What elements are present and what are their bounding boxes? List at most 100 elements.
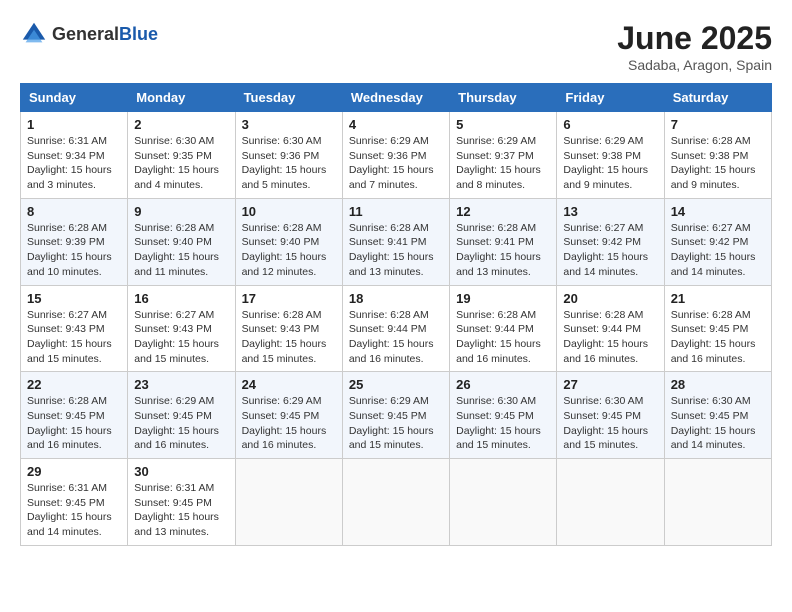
day-number: 13 [563, 204, 657, 219]
day-number: 29 [27, 464, 121, 479]
day-info: Sunrise: 6:29 AM Sunset: 9:36 PM Dayligh… [349, 134, 443, 193]
day-number: 1 [27, 117, 121, 132]
day-info: Sunrise: 6:31 AM Sunset: 9:45 PM Dayligh… [27, 481, 121, 540]
day-info: Sunrise: 6:29 AM Sunset: 9:45 PM Dayligh… [242, 394, 336, 453]
calendar-day-cell: 16 Sunrise: 6:27 AM Sunset: 9:43 PM Dayl… [128, 285, 235, 372]
day-info: Sunrise: 6:29 AM Sunset: 9:45 PM Dayligh… [349, 394, 443, 453]
day-number: 7 [671, 117, 765, 132]
calendar-day-cell: 9 Sunrise: 6:28 AM Sunset: 9:40 PM Dayli… [128, 198, 235, 285]
day-info: Sunrise: 6:30 AM Sunset: 9:45 PM Dayligh… [456, 394, 550, 453]
day-info: Sunrise: 6:28 AM Sunset: 9:45 PM Dayligh… [27, 394, 121, 453]
day-number: 4 [349, 117, 443, 132]
calendar-day-cell: 23 Sunrise: 6:29 AM Sunset: 9:45 PM Dayl… [128, 372, 235, 459]
calendar-day-cell: 24 Sunrise: 6:29 AM Sunset: 9:45 PM Dayl… [235, 372, 342, 459]
calendar-day-cell: 10 Sunrise: 6:28 AM Sunset: 9:40 PM Dayl… [235, 198, 342, 285]
calendar-day-cell: 11 Sunrise: 6:28 AM Sunset: 9:41 PM Dayl… [342, 198, 449, 285]
calendar-week-row: 1 Sunrise: 6:31 AM Sunset: 9:34 PM Dayli… [21, 112, 772, 199]
calendar-day-cell: 30 Sunrise: 6:31 AM Sunset: 9:45 PM Dayl… [128, 459, 235, 546]
calendar-day-cell: 12 Sunrise: 6:28 AM Sunset: 9:41 PM Dayl… [450, 198, 557, 285]
col-thursday: Thursday [450, 84, 557, 112]
day-number: 28 [671, 377, 765, 392]
day-info: Sunrise: 6:28 AM Sunset: 9:39 PM Dayligh… [27, 221, 121, 280]
day-number: 12 [456, 204, 550, 219]
calendar-empty-cell [342, 459, 449, 546]
day-info: Sunrise: 6:30 AM Sunset: 9:35 PM Dayligh… [134, 134, 228, 193]
calendar-day-cell: 29 Sunrise: 6:31 AM Sunset: 9:45 PM Dayl… [21, 459, 128, 546]
calendar-week-row: 15 Sunrise: 6:27 AM Sunset: 9:43 PM Dayl… [21, 285, 772, 372]
day-number: 10 [242, 204, 336, 219]
col-saturday: Saturday [664, 84, 771, 112]
day-number: 18 [349, 291, 443, 306]
day-number: 24 [242, 377, 336, 392]
col-tuesday: Tuesday [235, 84, 342, 112]
day-info: Sunrise: 6:28 AM Sunset: 9:45 PM Dayligh… [671, 308, 765, 367]
calendar-day-cell: 27 Sunrise: 6:30 AM Sunset: 9:45 PM Dayl… [557, 372, 664, 459]
calendar-day-cell: 13 Sunrise: 6:27 AM Sunset: 9:42 PM Dayl… [557, 198, 664, 285]
day-number: 2 [134, 117, 228, 132]
day-number: 21 [671, 291, 765, 306]
day-info: Sunrise: 6:28 AM Sunset: 9:41 PM Dayligh… [349, 221, 443, 280]
day-info: Sunrise: 6:31 AM Sunset: 9:34 PM Dayligh… [27, 134, 121, 193]
day-number: 14 [671, 204, 765, 219]
calendar-empty-cell [235, 459, 342, 546]
calendar-empty-cell [557, 459, 664, 546]
calendar-day-cell: 2 Sunrise: 6:30 AM Sunset: 9:35 PM Dayli… [128, 112, 235, 199]
day-info: Sunrise: 6:27 AM Sunset: 9:43 PM Dayligh… [134, 308, 228, 367]
day-info: Sunrise: 6:30 AM Sunset: 9:45 PM Dayligh… [563, 394, 657, 453]
calendar-day-cell: 5 Sunrise: 6:29 AM Sunset: 9:37 PM Dayli… [450, 112, 557, 199]
day-number: 22 [27, 377, 121, 392]
day-info: Sunrise: 6:28 AM Sunset: 9:44 PM Dayligh… [349, 308, 443, 367]
calendar-day-cell: 1 Sunrise: 6:31 AM Sunset: 9:34 PM Dayli… [21, 112, 128, 199]
day-number: 3 [242, 117, 336, 132]
day-info: Sunrise: 6:28 AM Sunset: 9:40 PM Dayligh… [134, 221, 228, 280]
calendar-header-row: Sunday Monday Tuesday Wednesday Thursday… [21, 84, 772, 112]
calendar-day-cell: 3 Sunrise: 6:30 AM Sunset: 9:36 PM Dayli… [235, 112, 342, 199]
calendar-empty-cell [664, 459, 771, 546]
day-info: Sunrise: 6:28 AM Sunset: 9:41 PM Dayligh… [456, 221, 550, 280]
day-number: 19 [456, 291, 550, 306]
calendar-day-cell: 4 Sunrise: 6:29 AM Sunset: 9:36 PM Dayli… [342, 112, 449, 199]
calendar-day-cell: 18 Sunrise: 6:28 AM Sunset: 9:44 PM Dayl… [342, 285, 449, 372]
calendar-day-cell: 25 Sunrise: 6:29 AM Sunset: 9:45 PM Dayl… [342, 372, 449, 459]
calendar-day-cell: 14 Sunrise: 6:27 AM Sunset: 9:42 PM Dayl… [664, 198, 771, 285]
calendar-table: Sunday Monday Tuesday Wednesday Thursday… [20, 83, 772, 546]
col-friday: Friday [557, 84, 664, 112]
col-sunday: Sunday [21, 84, 128, 112]
logo-blue-text: Blue [119, 24, 158, 44]
day-number: 8 [27, 204, 121, 219]
day-info: Sunrise: 6:30 AM Sunset: 9:36 PM Dayligh… [242, 134, 336, 193]
calendar-day-cell: 21 Sunrise: 6:28 AM Sunset: 9:45 PM Dayl… [664, 285, 771, 372]
logo-general-text: General [52, 24, 119, 44]
day-number: 17 [242, 291, 336, 306]
day-info: Sunrise: 6:30 AM Sunset: 9:45 PM Dayligh… [671, 394, 765, 453]
calendar-day-cell: 15 Sunrise: 6:27 AM Sunset: 9:43 PM Dayl… [21, 285, 128, 372]
page-header: GeneralBlue June 2025 Sadaba, Aragon, Sp… [20, 20, 772, 73]
day-number: 16 [134, 291, 228, 306]
calendar-day-cell: 20 Sunrise: 6:28 AM Sunset: 9:44 PM Dayl… [557, 285, 664, 372]
day-info: Sunrise: 6:31 AM Sunset: 9:45 PM Dayligh… [134, 481, 228, 540]
calendar-day-cell: 26 Sunrise: 6:30 AM Sunset: 9:45 PM Dayl… [450, 372, 557, 459]
month-title: June 2025 [617, 20, 772, 57]
day-number: 23 [134, 377, 228, 392]
day-number: 30 [134, 464, 228, 479]
calendar-week-row: 8 Sunrise: 6:28 AM Sunset: 9:39 PM Dayli… [21, 198, 772, 285]
calendar-day-cell: 7 Sunrise: 6:28 AM Sunset: 9:38 PM Dayli… [664, 112, 771, 199]
day-info: Sunrise: 6:27 AM Sunset: 9:42 PM Dayligh… [563, 221, 657, 280]
day-info: Sunrise: 6:27 AM Sunset: 9:43 PM Dayligh… [27, 308, 121, 367]
day-number: 27 [563, 377, 657, 392]
title-block: June 2025 Sadaba, Aragon, Spain [617, 20, 772, 73]
calendar-day-cell: 22 Sunrise: 6:28 AM Sunset: 9:45 PM Dayl… [21, 372, 128, 459]
col-monday: Monday [128, 84, 235, 112]
day-number: 11 [349, 204, 443, 219]
day-number: 6 [563, 117, 657, 132]
day-info: Sunrise: 6:28 AM Sunset: 9:38 PM Dayligh… [671, 134, 765, 193]
location-text: Sadaba, Aragon, Spain [617, 57, 772, 73]
day-info: Sunrise: 6:28 AM Sunset: 9:44 PM Dayligh… [563, 308, 657, 367]
col-wednesday: Wednesday [342, 84, 449, 112]
day-info: Sunrise: 6:27 AM Sunset: 9:42 PM Dayligh… [671, 221, 765, 280]
calendar-day-cell: 19 Sunrise: 6:28 AM Sunset: 9:44 PM Dayl… [450, 285, 557, 372]
day-number: 5 [456, 117, 550, 132]
day-number: 15 [27, 291, 121, 306]
day-info: Sunrise: 6:28 AM Sunset: 9:43 PM Dayligh… [242, 308, 336, 367]
day-info: Sunrise: 6:28 AM Sunset: 9:44 PM Dayligh… [456, 308, 550, 367]
